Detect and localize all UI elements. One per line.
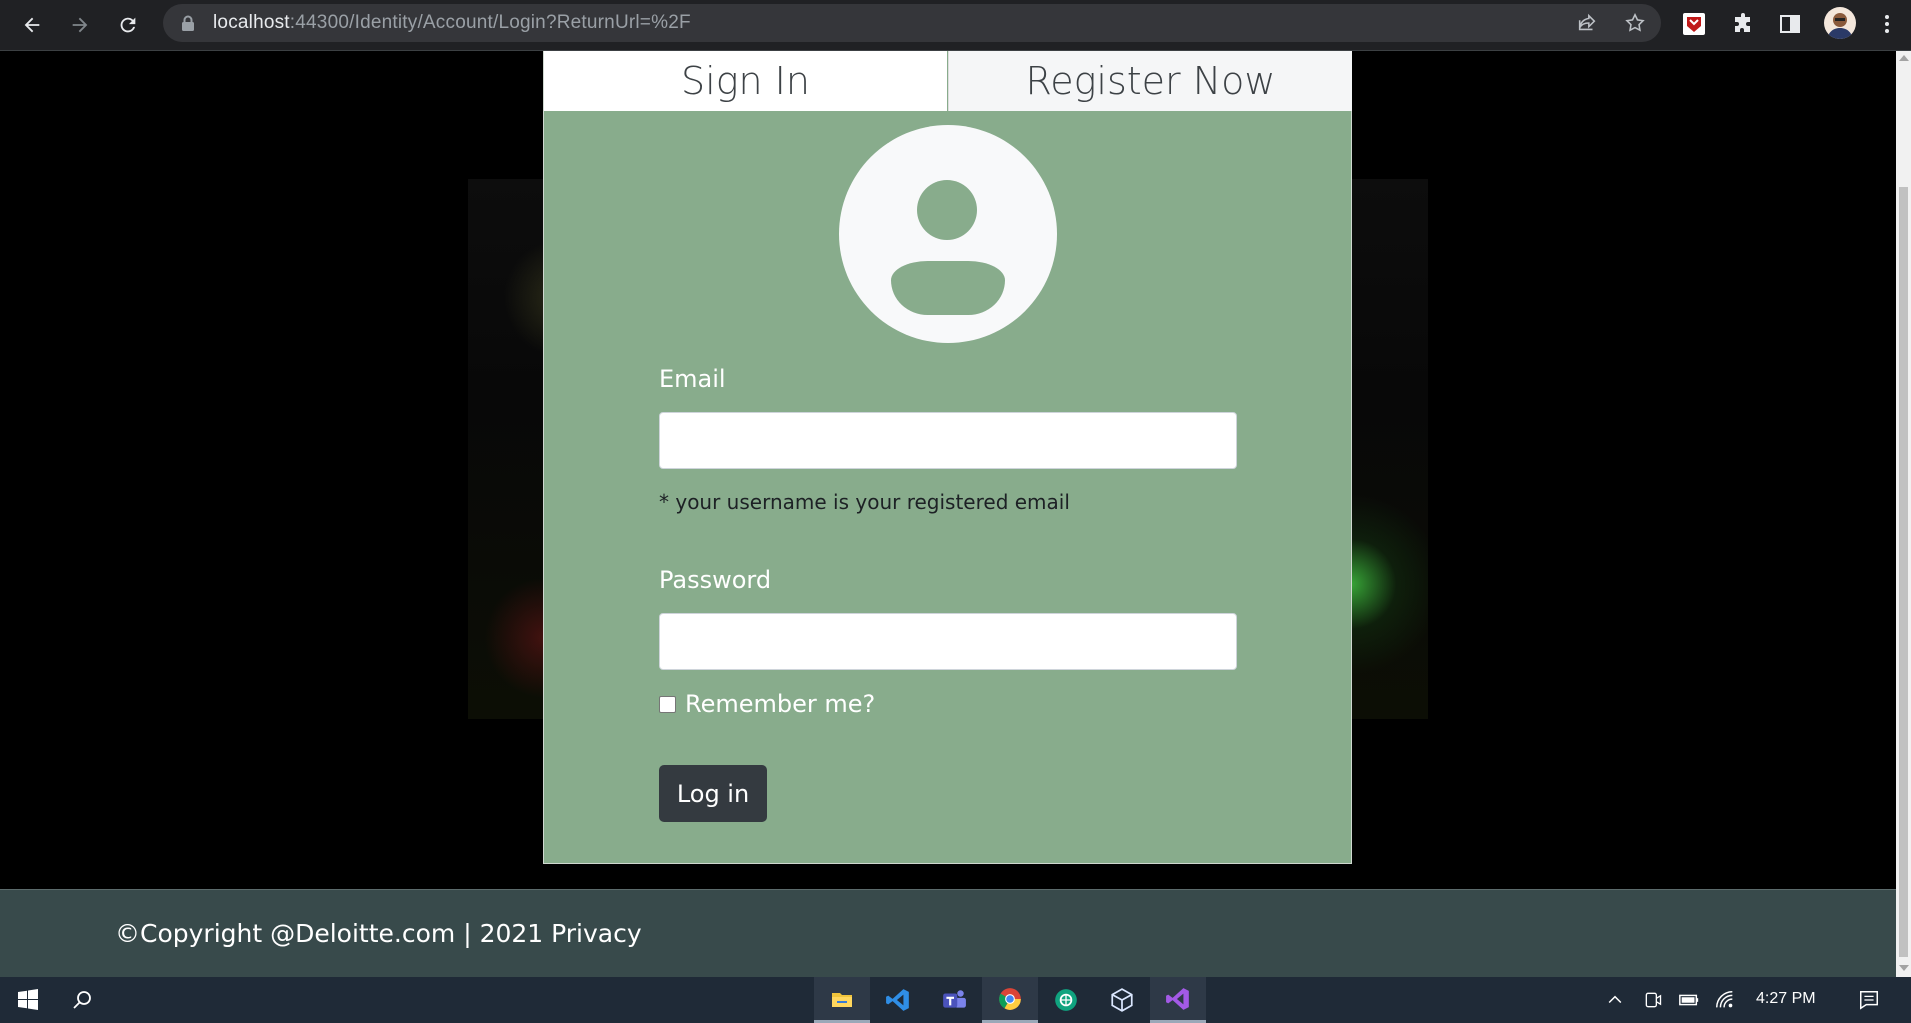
notifications-icon[interactable] [1858,989,1880,1011]
scroll-up-icon[interactable] [1899,55,1909,61]
forward-icon[interactable] [63,8,97,42]
remember-me: Remember me? [659,690,875,718]
user-icon [839,125,1057,343]
scroll-thumb[interactable] [1899,187,1908,957]
password-label: Password [659,566,772,594]
profile-avatar[interactable] [1824,7,1856,39]
side-panel-icon[interactable] [1777,11,1803,37]
virtualbox-app-icon[interactable] [1094,977,1150,1023]
share-icon[interactable] [1576,12,1598,34]
email-hint: * your username is your registered email [659,490,1070,514]
vs-code-icon[interactable] [870,977,926,1023]
teams-icon[interactable] [926,977,982,1023]
search-icon[interactable] [54,977,110,1023]
openai-app-icon[interactable] [1038,977,1094,1023]
mcafee-extension-icon[interactable] [1681,11,1707,37]
back-icon[interactable] [15,8,49,42]
meet-now-icon[interactable] [1642,989,1664,1011]
file-explorer-icon[interactable] [814,977,870,1023]
url-text[interactable]: localhost:44300/Identity/Account/Login?R… [213,12,691,34]
lock-icon[interactable] [181,15,195,31]
browser-toolbar: localhost:44300/Identity/Account/Login?R… [0,0,1911,51]
menu-kebab-icon[interactable] [1874,11,1900,37]
email-label: Email [659,365,726,393]
page-viewport: Sign In Register Now Email * your userna… [0,51,1896,977]
remember-me-label[interactable]: Remember me? [685,690,875,718]
user-icon-body [891,261,1005,315]
scroll-down-icon[interactable] [1899,965,1909,971]
login-card: Sign In Register Now Email * your userna… [543,51,1352,864]
footer: ©Copyright @Deloitte.com | 2021 Privacy [0,889,1896,977]
extensions-puzzle-icon[interactable] [1730,11,1756,37]
footer-copyright[interactable]: ©Copyright @Deloitte.com | 2021 Privacy [115,919,642,948]
battery-icon[interactable] [1678,989,1700,1011]
url-host: localhost [213,12,290,33]
taskbar-clock[interactable]: 4:27 PM [1756,990,1816,1008]
auth-tabs: Sign In Register Now [544,51,1352,111]
bookmark-star-icon[interactable] [1624,12,1646,34]
wifi-icon[interactable] [1714,989,1736,1011]
reload-icon[interactable] [111,8,145,42]
windows-taskbar: 4:27 PM [0,977,1911,1023]
email-field[interactable] [659,412,1237,469]
password-field[interactable] [659,613,1237,670]
user-icon-head [917,180,977,240]
address-bar[interactable]: localhost:44300/Identity/Account/Login?R… [163,4,1661,42]
login-button[interactable]: Log in [659,765,767,822]
chrome-icon[interactable] [982,977,1038,1023]
url-path: :44300/Identity/Account/Login?ReturnUrl=… [289,12,691,33]
tab-register-now[interactable]: Register Now [948,51,1352,111]
show-hidden-icons-icon[interactable] [1604,989,1626,1011]
visual-studio-icon[interactable] [1150,977,1206,1023]
tab-sign-in[interactable]: Sign In [544,51,947,111]
remember-me-checkbox[interactable] [659,695,676,713]
windows-start-icon[interactable] [0,977,56,1023]
page-scrollbar[interactable] [1896,51,1911,977]
